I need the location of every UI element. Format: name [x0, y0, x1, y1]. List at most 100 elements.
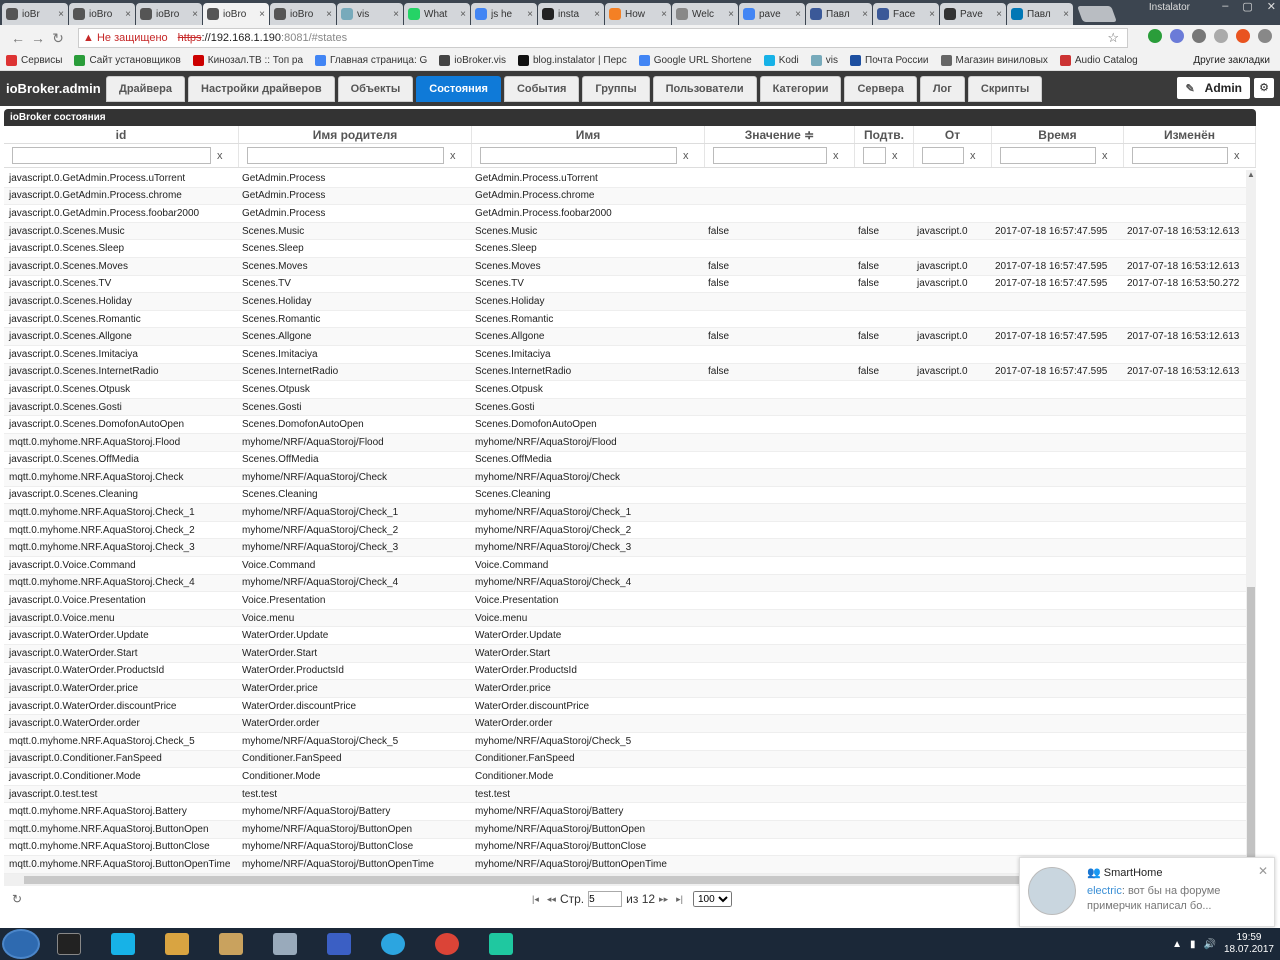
column-header[interactable]: От [914, 126, 992, 143]
tab-close-icon[interactable]: × [661, 9, 667, 20]
browser-tab[interactable]: js he × [471, 3, 537, 25]
table-row[interactable]: javascript.0.Conditioner.Mode Conditioner… [4, 768, 1246, 786]
last-page-icon[interactable]: ▸| [676, 894, 683, 905]
taskbar-app-webstorm[interactable] [476, 929, 526, 959]
clear-filter-button[interactable]: x [833, 150, 839, 162]
tab-close-icon[interactable]: × [795, 9, 801, 20]
table-row[interactable]: mqtt.0.myhome.NRF.AquaStoroj.Check myhome… [4, 469, 1246, 487]
bookmark-item[interactable]: Сервисы [6, 55, 62, 66]
table-row[interactable]: mqtt.0.myhome.NRF.AquaStoroj.Check_3 myho… [4, 539, 1246, 558]
extension-icon[interactable] [1170, 29, 1184, 43]
tray-network-icon[interactable]: ▮ [1190, 939, 1196, 950]
taskbar-app-cmd[interactable] [44, 929, 94, 959]
browser-tab[interactable]: ioBro × [136, 3, 202, 25]
tab-close-icon[interactable]: × [594, 9, 600, 20]
tab-close-icon[interactable]: × [728, 9, 734, 20]
table-row[interactable]: javascript.0.Voice.Presentation Voice.Pre… [4, 592, 1246, 610]
browser-tab[interactable]: Pave × [940, 3, 1006, 25]
taskbar-app-telegram[interactable] [368, 929, 418, 959]
scroll-up-icon[interactable]: ▲ [1247, 170, 1255, 179]
bookmark-item[interactable]: ioBroker.vis [439, 55, 506, 66]
table-row[interactable]: mqtt.0.myhome.NRF.AquaStoroj.Flood myhome… [4, 433, 1246, 452]
nav-tab[interactable]: Скрипты [967, 75, 1043, 102]
filter-input[interactable] [1132, 147, 1228, 164]
table-row[interactable]: javascript.0.Scenes.Cleaning Scenes.Clean… [4, 487, 1246, 505]
table-row[interactable]: javascript.0.WaterOrder.Start WaterOrder.… [4, 645, 1246, 663]
notification-toast[interactable]: 👥 SmartHome electric: вот бы на форуме п… [1019, 857, 1275, 927]
column-header[interactable]: Имя [472, 126, 705, 143]
table-row[interactable]: mqtt.0.myhome.NRF.AquaStoroj.Check_4 myho… [4, 574, 1246, 593]
nav-tab[interactable]: Категории [759, 75, 842, 102]
edit-icon[interactable]: ✎ [1185, 82, 1194, 95]
table-row[interactable]: javascript.0.Scenes.Moves Scenes.Moves Sce… [4, 257, 1246, 276]
table-row[interactable]: javascript.0.GetAdmin.Process.chrome GetA… [4, 187, 1246, 206]
table-row[interactable]: javascript.0.WaterOrder.order WaterOrder.… [4, 715, 1246, 733]
taskbar-app-calc[interactable] [260, 929, 310, 959]
table-row[interactable]: javascript.0.Scenes.DomofonAutoOpen Scene… [4, 416, 1246, 434]
tray-arrow-icon[interactable]: ▲ [1172, 939, 1182, 950]
clear-filter-button[interactable]: x [1102, 150, 1108, 162]
start-button[interactable] [2, 929, 40, 959]
bookmark-item[interactable]: Магазин виниловых [940, 55, 1048, 66]
extension-icon[interactable] [1236, 29, 1250, 43]
column-header[interactable]: Значение ≑ [705, 126, 855, 143]
extension-icon[interactable] [1192, 29, 1206, 43]
bookmark-item[interactable]: vis [810, 55, 838, 66]
page-input[interactable] [588, 891, 623, 907]
tray-volume-icon[interactable]: 🔊 [1203, 939, 1215, 950]
extension-icon[interactable] [1214, 29, 1228, 43]
next-page-icon[interactable]: ▸▸ [659, 894, 668, 905]
table-row[interactable]: javascript.0.Scenes.Music Scenes.Music Sce… [4, 222, 1246, 241]
filter-input[interactable] [1000, 147, 1096, 164]
clear-filter-button[interactable]: x [1234, 150, 1240, 162]
prev-page-icon[interactable]: ◂◂ [547, 894, 556, 905]
browser-tab[interactable]: ioBr × [2, 3, 68, 25]
table-row[interactable]: javascript.0.WaterOrder.discountPrice Wat… [4, 698, 1246, 716]
taskbar-app-chrome[interactable] [422, 929, 472, 959]
clear-filter-button[interactable]: x [217, 150, 223, 162]
bookmark-item[interactable]: Audio Catalog [1059, 55, 1138, 66]
table-row[interactable]: javascript.0.Scenes.Allgone Scenes.Allgon… [4, 328, 1246, 346]
table-row[interactable]: javascript.0.Scenes.OffMedia Scenes.OffMe… [4, 452, 1246, 470]
table-row[interactable]: javascript.0.WaterOrder.ProductsId WaterO… [4, 663, 1246, 681]
table-row[interactable]: javascript.0.Scenes.Imitaciya Scenes.Imit… [4, 346, 1246, 364]
vertical-scroll-thumb[interactable] [1247, 587, 1255, 857]
browser-tab[interactable]: ioBro × [69, 3, 135, 25]
browser-tab[interactable]: Павл × [806, 3, 872, 25]
table-row[interactable]: mqtt.0.myhome.NRF.AquaStoroj.Check_5 myho… [4, 733, 1246, 751]
table-row[interactable]: javascript.0.Scenes.Gosti Scenes.Gosti Sce… [4, 398, 1246, 417]
browser-tab[interactable]: vis × [337, 3, 403, 25]
table-row[interactable]: javascript.0.WaterOrder.Update WaterOrder… [4, 627, 1246, 646]
filter-input[interactable] [922, 147, 964, 164]
filter-input[interactable] [247, 147, 444, 164]
nav-tab[interactable]: Пользователи [652, 75, 757, 102]
browser-tab[interactable]: How × [605, 3, 671, 25]
horizontal-scroll-thumb[interactable] [24, 876, 1034, 884]
taskbar-app-7zip[interactable] [152, 929, 202, 959]
taskbar-app-kodi[interactable] [98, 929, 148, 959]
tab-close-icon[interactable]: × [393, 9, 399, 20]
bookmark-star-icon[interactable]: ☆ [1107, 30, 1119, 46]
clear-filter-button[interactable]: x [892, 150, 898, 162]
not-secure-label[interactable]: ▲ Не защищено [83, 32, 168, 44]
table-row[interactable]: mqtt.0.myhome.NRF.AquaStoroj.ButtonClose… [4, 839, 1246, 857]
table-row[interactable]: mqtt.0.myhome.NRF.AquaStoroj.Battery myho… [4, 803, 1246, 821]
bookmark-item[interactable]: Почта России [850, 55, 929, 66]
browser-tab[interactable]: What × [404, 3, 470, 25]
reload-icon[interactable]: ↻ [48, 30, 68, 47]
nav-tab[interactable]: Сервера [844, 75, 917, 102]
new-tab-button[interactable] [1077, 6, 1117, 22]
table-row[interactable]: javascript.0.GetAdmin.Process.uTorrent Ge… [4, 170, 1246, 188]
tab-close-icon[interactable]: × [326, 9, 332, 20]
filter-input[interactable] [713, 147, 827, 164]
other-bookmarks[interactable]: Другие закладки [1193, 55, 1270, 66]
tab-close-icon[interactable]: × [259, 9, 265, 20]
close-icon[interactable]: ✕ [1267, 0, 1276, 13]
column-header[interactable]: Подтв. [855, 126, 914, 143]
filter-input[interactable] [12, 147, 211, 164]
browser-tab[interactable]: insta × [538, 3, 604, 25]
table-row[interactable]: mqtt.0.myhome.NRF.AquaStoroj.Check_2 myho… [4, 522, 1246, 540]
browser-tab[interactable]: Welc × [672, 3, 738, 25]
table-row[interactable]: javascript.0.Scenes.TV Scenes.TV Scenes.TV… [4, 276, 1246, 294]
bookmark-item[interactable]: Сайт установщиков [74, 55, 181, 66]
